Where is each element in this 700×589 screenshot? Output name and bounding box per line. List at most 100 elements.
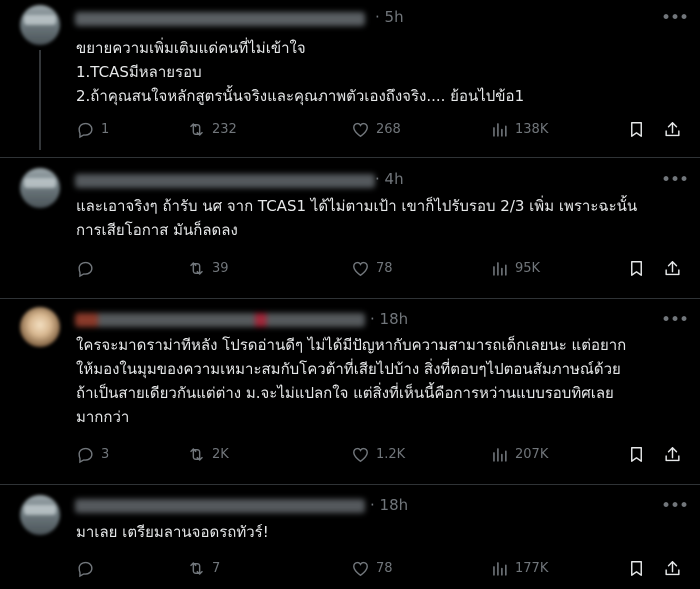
post-text: และเอาจริงๆ ถ้ารับ นศ จาก TCAS1 ได้ไม่ตา… — [76, 194, 686, 242]
post-text: ขยายความเพิ่มเติมแด่คนที่ไม่เข้าใจ 1.TCA… — [76, 36, 686, 108]
share-button[interactable] — [663, 117, 682, 141]
share-button[interactable] — [663, 442, 682, 466]
post-text-line: 2.ถ้าคุณสนใจหลักสูตรนั้นจริงและคุณภาพตัว… — [76, 87, 525, 105]
blurred-username[interactable] — [75, 499, 365, 513]
repost-icon — [190, 261, 203, 275]
views-icon — [493, 261, 507, 276]
post-text-line: ขยายความเพิ่มเติมแด่คนที่ไม่เข้าใจ — [76, 39, 306, 57]
share-icon — [665, 560, 680, 575]
views-count: 138K — [515, 121, 549, 137]
post-text: มาเลย เตรียมลานจอดรถทัวร์! — [76, 520, 686, 544]
views-icon — [493, 122, 507, 137]
repost-icon — [190, 122, 203, 136]
reply-button[interactable]: 1 — [76, 117, 109, 141]
like-count: 78 — [376, 560, 393, 576]
repost-count: 39 — [212, 260, 229, 276]
post-3[interactable]: · 18h ••• ใครจะมาดราม่าทีหลัง โปรดอ่านดี… — [0, 299, 700, 484]
repost-count: 7 — [212, 560, 221, 576]
post-4[interactable]: · 18h ••• มาเลย เตรียมลานจอดรถทัวร์! 7 7… — [0, 485, 700, 589]
repost-button[interactable]: 7 — [187, 556, 220, 580]
post-text: ใครจะมาดราม่าทีหลัง โปรดอ่านดีๆ ไม่ได้มี… — [76, 333, 686, 429]
like-icon — [353, 447, 368, 462]
repost-icon — [190, 561, 203, 575]
post-text-line: ให้มองในมุมของความเหมาะสมกับโควต้าที่เสี… — [76, 360, 621, 378]
like-button[interactable]: 268 — [351, 117, 401, 141]
reply-count: 1 — [101, 121, 110, 137]
post-text-line: ใครจะมาดราม่าทีหลัง โปรดอ่านดีๆ ไม่ได้มี… — [76, 336, 627, 354]
avatar[interactable] — [20, 495, 60, 535]
repost-button[interactable]: 2K — [187, 442, 229, 466]
repost-count: 232 — [212, 121, 237, 137]
like-count: 268 — [376, 121, 401, 137]
action-bar: 1 232 268 138K — [76, 117, 686, 141]
views-count: 207K — [515, 446, 549, 462]
like-icon — [353, 122, 368, 137]
thread-line — [39, 50, 41, 150]
more-icon[interactable]: ••• — [661, 310, 689, 330]
more-icon[interactable]: ••• — [661, 496, 689, 516]
bookmark-icon — [631, 446, 642, 462]
bookmark-button[interactable] — [627, 117, 646, 141]
bookmark-icon — [631, 560, 642, 576]
post-text-line: 1.TCASมีหลายรอบ — [76, 63, 202, 81]
reply-icon — [78, 122, 93, 138]
views-icon — [493, 561, 507, 576]
bookmark-button[interactable] — [627, 556, 646, 580]
like-icon — [353, 261, 368, 276]
action-bar: 7 78 177K — [76, 556, 686, 580]
post-timestamp[interactable]: · 5h — [375, 8, 404, 26]
more-icon[interactable]: ••• — [661, 170, 689, 190]
post-text-line: มากกว่า — [76, 408, 130, 426]
blurred-username[interactable] — [75, 313, 365, 327]
like-button[interactable]: 78 — [351, 256, 393, 280]
post-2[interactable]: · 4h ••• และเอาจริงๆ ถ้ารับ นศ จาก TCAS1… — [0, 158, 700, 298]
share-button[interactable] — [663, 556, 682, 580]
reply-button[interactable] — [76, 556, 101, 580]
views-button[interactable]: 177K — [490, 556, 548, 580]
repost-button[interactable]: 232 — [187, 117, 237, 141]
like-button[interactable]: 1.2K — [351, 442, 405, 466]
share-icon — [665, 260, 680, 275]
views-count: 95K — [515, 260, 541, 276]
like-button[interactable]: 78 — [351, 556, 393, 580]
avatar[interactable] — [20, 307, 60, 347]
post-timestamp[interactable]: · 18h — [370, 310, 408, 328]
post-timestamp[interactable]: · 4h — [375, 170, 404, 188]
views-button[interactable]: 138K — [490, 117, 548, 141]
repost-button[interactable]: 39 — [187, 256, 229, 280]
bookmark-button[interactable] — [627, 442, 646, 466]
reply-button[interactable] — [76, 256, 101, 280]
views-count: 177K — [515, 560, 549, 576]
share-button[interactable] — [663, 256, 682, 280]
post-text-line: การเสียโอกาส มันก็ลดลง — [76, 221, 238, 239]
blurred-username[interactable] — [75, 174, 375, 188]
views-button[interactable]: 95K — [490, 256, 540, 280]
reply-icon — [78, 447, 93, 463]
blurred-username[interactable] — [75, 12, 365, 26]
post-text-line: ถ้าเป็นสายเดียวกันแต่ต่าง ม.จะไม่แปลกใจ … — [76, 384, 614, 402]
reply-icon — [78, 261, 93, 277]
reply-button[interactable]: 3 — [76, 442, 109, 466]
reply-icon — [78, 561, 93, 577]
repost-count: 2K — [212, 446, 229, 462]
post-timestamp[interactable]: · 18h — [370, 496, 408, 514]
share-icon — [665, 446, 680, 461]
share-icon — [665, 121, 680, 136]
post-1[interactable]: · 5h ••• ขยายความเพิ่มเติมแด่คนที่ไม่เข้… — [0, 0, 700, 150]
like-count: 78 — [376, 260, 393, 276]
reply-count: 3 — [101, 446, 110, 462]
post-text-line: และเอาจริงๆ ถ้ารับ นศ จาก TCAS1 ได้ไม่ตา… — [76, 197, 638, 215]
repost-icon — [190, 447, 203, 461]
more-icon[interactable]: ••• — [661, 8, 689, 28]
bookmark-button[interactable] — [627, 256, 646, 280]
bookmark-icon — [631, 121, 642, 137]
action-bar: 39 78 95K — [76, 256, 686, 280]
bookmark-icon — [631, 260, 642, 276]
avatar[interactable] — [20, 168, 60, 208]
like-icon — [353, 561, 368, 576]
views-button[interactable]: 207K — [490, 442, 548, 466]
like-count: 1.2K — [376, 446, 406, 462]
post-text-line: มาเลย เตรียมลานจอดรถทัวร์! — [76, 523, 269, 541]
action-bar: 3 2K 1.2K 207K — [76, 442, 686, 466]
avatar[interactable] — [20, 5, 60, 45]
